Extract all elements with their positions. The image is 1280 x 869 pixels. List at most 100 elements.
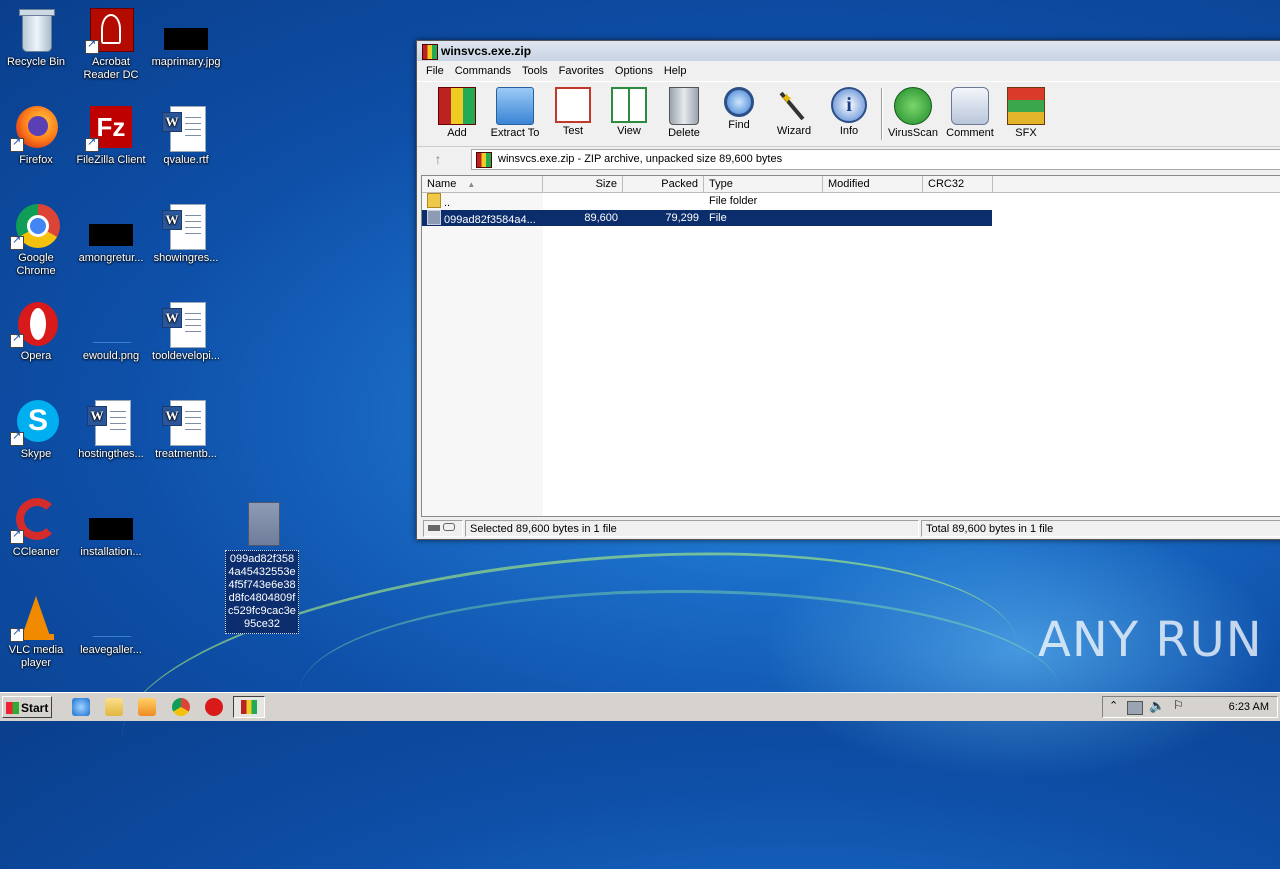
filezilla-icon: Fz xyxy=(85,104,135,152)
desktop-icon-installation[interactable]: installation... xyxy=(75,496,147,559)
view-label: View xyxy=(617,125,641,137)
test-button[interactable]: Test xyxy=(545,84,601,137)
word-document-icon: W xyxy=(162,398,210,446)
desktop-icon-acrobat[interactable]: Acrobat Reader DC xyxy=(75,6,147,82)
column-header-modified[interactable]: Modified xyxy=(823,176,923,192)
explorer-folder-icon[interactable] xyxy=(105,698,123,716)
desktop-icon-skype[interactable]: S Skype xyxy=(0,398,72,461)
menu-help[interactable]: Help xyxy=(659,65,692,77)
desktop-icon-google-chrome[interactable]: Google Chrome xyxy=(0,202,72,278)
table-row[interactable]: .. File folder xyxy=(422,193,992,209)
find-button[interactable]: Find xyxy=(711,84,767,131)
name-column-background xyxy=(422,193,543,516)
column-header-crc32-label: CRC32 xyxy=(928,178,965,190)
folder-icon xyxy=(427,193,441,208)
desktop-icon-treatmentb[interactable]: W treatmentb... xyxy=(150,398,222,461)
column-header-crc32[interactable]: CRC32 xyxy=(923,176,993,192)
table-row-selected[interactable]: 099ad82f3584a4... 89,600 79,299 File xyxy=(422,210,992,226)
add-archive-icon xyxy=(438,87,476,125)
virusscan-button[interactable]: VirusScan xyxy=(885,84,941,139)
wizard-button[interactable]: ✦ Wizard xyxy=(766,84,822,137)
row-type: File folder xyxy=(709,195,758,207)
sort-ascending-icon: ▲ xyxy=(467,180,476,189)
desktop-icon-ewould[interactable]: ewould.png xyxy=(75,300,147,363)
sfx-archive-icon xyxy=(1007,87,1045,125)
selected-file-label: 099ad82f3584a45432553e4f5f743e6e38d8fc48… xyxy=(225,550,299,634)
row-name: .. xyxy=(444,197,451,209)
column-header-packed[interactable]: Packed xyxy=(623,176,704,192)
desktop-icon-leavegaller[interactable]: leavegaller... xyxy=(75,594,147,657)
add-label: Add xyxy=(447,127,467,139)
add-button[interactable]: Add xyxy=(429,84,485,139)
shortcut-arrow-icon xyxy=(10,234,24,250)
virusscan-label: VirusScan xyxy=(888,127,938,139)
address-field[interactable]: winsvcs.exe.zip - ZIP archive, unpacked … xyxy=(471,149,1280,170)
status-icons-panel xyxy=(423,520,463,537)
chrome-taskbar-icon[interactable] xyxy=(172,698,190,716)
anyrun-watermark: ANY RUN xyxy=(1038,612,1263,668)
desktop-icon-tooldevelopi[interactable]: W tooldevelopi... xyxy=(150,300,222,363)
opera-taskbar-icon[interactable] xyxy=(205,698,223,716)
info-label: Info xyxy=(839,125,859,137)
chrome-icon xyxy=(10,202,60,250)
address-text: winsvcs.exe.zip - ZIP archive, unpacked … xyxy=(498,153,783,165)
row-crc xyxy=(923,193,993,209)
find-label: Find xyxy=(728,119,750,131)
word-document-icon: W xyxy=(162,300,210,348)
up-arrow-icon[interactable]: ↑ xyxy=(429,150,447,168)
desktop-icon-opera[interactable]: Opera xyxy=(0,300,72,363)
media-player-icon[interactable] xyxy=(138,698,156,716)
column-header-name[interactable]: Name ▲ xyxy=(422,176,543,192)
desktop-icon-label: hostingthes... xyxy=(78,448,144,460)
winrar-taskbar-button[interactable] xyxy=(233,696,265,718)
desktop-icon-label: amongretur... xyxy=(78,252,144,264)
shortcut-arrow-icon xyxy=(10,332,24,348)
shortcut-arrow-icon xyxy=(85,38,99,54)
menu-options[interactable]: Options xyxy=(610,65,658,77)
status-selected: Selected 89,600 bytes in 1 file xyxy=(465,520,919,537)
desktop-icon-recycle-bin[interactable]: Recycle Bin xyxy=(0,6,72,69)
desktop-icon-ccleaner[interactable]: CCleaner xyxy=(0,496,72,559)
toolbar: Add Extract To Test View Delete Find ✦ W… xyxy=(417,81,1280,146)
opera-icon xyxy=(10,300,60,348)
network-icon[interactable] xyxy=(1127,701,1143,715)
info-icon: i xyxy=(831,87,867,123)
desktop-icon-vlc[interactable]: VLC media player xyxy=(0,594,72,670)
desktop-icon-qvalue[interactable]: W qvalue.rtf xyxy=(150,104,222,167)
window-titlebar[interactable]: winsvcs.exe.zip xyxy=(417,41,1280,61)
key-icon xyxy=(443,523,456,531)
desktop-icon-maprimary[interactable]: maprimary.jpg xyxy=(150,6,222,69)
extract-to-button[interactable]: Extract To xyxy=(487,84,543,139)
desktop-icon-hostingthes[interactable]: W hostingthes... xyxy=(75,398,147,461)
menu-tools[interactable]: Tools xyxy=(517,65,553,77)
row-name-cell: .. xyxy=(422,193,543,209)
menu-file[interactable]: File xyxy=(421,65,449,77)
delete-button[interactable]: Delete xyxy=(656,84,712,139)
column-header-modified-label: Modified xyxy=(828,178,870,190)
desktop-icon-label: tooldevelopi... xyxy=(152,350,220,362)
sfx-button[interactable]: SFX xyxy=(998,84,1054,139)
desktop-icon-label: VLC media player xyxy=(8,644,64,669)
column-header-type[interactable]: Type xyxy=(704,176,823,192)
start-button[interactable]: Start xyxy=(2,696,52,718)
volume-icon[interactable]: 🔈 xyxy=(1149,698,1165,714)
desktop-icon-filezilla[interactable]: Fz FileZilla Client xyxy=(75,104,147,167)
desktop-icon-showingres[interactable]: W showingres... xyxy=(150,202,222,265)
desktop-icon-firefox[interactable]: Firefox xyxy=(0,104,72,167)
comment-button[interactable]: Comment xyxy=(942,84,998,139)
view-button[interactable]: View xyxy=(601,84,657,137)
checklist-icon xyxy=(555,87,591,123)
desktop-icon-extracted-file[interactable]: 099ad82f3584a45432553e4f5f743e6e38d8fc48… xyxy=(225,500,299,634)
menu-favorites[interactable]: Favorites xyxy=(554,65,609,77)
info-button[interactable]: i Info xyxy=(821,84,877,137)
action-center-flag-icon[interactable]: ⚐ xyxy=(1173,698,1184,712)
desktop-icon-amongretur[interactable]: amongretur... xyxy=(75,202,147,265)
internet-explorer-icon[interactable] xyxy=(72,698,90,716)
row-crc xyxy=(923,210,993,226)
clock[interactable]: 6:23 AM xyxy=(1229,697,1269,717)
row-modified xyxy=(823,193,923,209)
show-hidden-icons-icon[interactable]: ⌃ xyxy=(1109,699,1118,712)
desktop-icon-label: ewould.png xyxy=(82,350,140,362)
menu-commands[interactable]: Commands xyxy=(450,65,516,77)
column-header-size[interactable]: Size xyxy=(543,176,623,192)
